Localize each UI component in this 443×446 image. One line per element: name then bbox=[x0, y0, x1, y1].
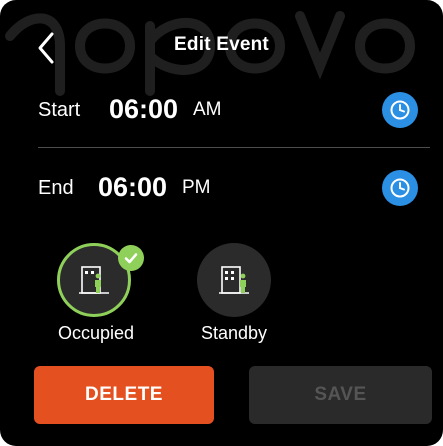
occupied-room-icon bbox=[79, 266, 109, 294]
clock-icon bbox=[390, 178, 410, 198]
header: Edit Event bbox=[0, 0, 443, 86]
start-time-value: 06:00 bbox=[109, 94, 179, 124]
page-title: Edit Event bbox=[174, 34, 269, 55]
edit-event-screen: Edit Event Start 06:00 AM End 06:00 PM O… bbox=[0, 0, 443, 446]
standby-mode-button[interactable] bbox=[197, 243, 271, 317]
divider bbox=[38, 147, 430, 148]
standby-room-icon bbox=[219, 266, 249, 294]
occupied-label: Occupied bbox=[57, 323, 135, 343]
delete-button[interactable]: DELETE bbox=[34, 366, 214, 424]
end-time-row: End 06:00 PM bbox=[38, 168, 430, 218]
start-ampm: AM bbox=[193, 99, 222, 120]
end-label: End bbox=[38, 177, 74, 199]
start-label: Start bbox=[38, 99, 81, 121]
save-button[interactable]: SAVE bbox=[249, 366, 432, 424]
start-clock-button[interactable] bbox=[382, 92, 418, 128]
end-time-value: 06:00 bbox=[98, 172, 168, 202]
end-ampm: PM bbox=[182, 177, 211, 198]
start-time-row: Start 06:00 AM bbox=[38, 90, 430, 140]
selected-check-badge bbox=[118, 245, 144, 271]
clock-icon bbox=[390, 100, 410, 120]
end-clock-button[interactable] bbox=[382, 170, 418, 206]
check-icon bbox=[124, 253, 138, 264]
standby-label: Standby bbox=[200, 323, 268, 343]
